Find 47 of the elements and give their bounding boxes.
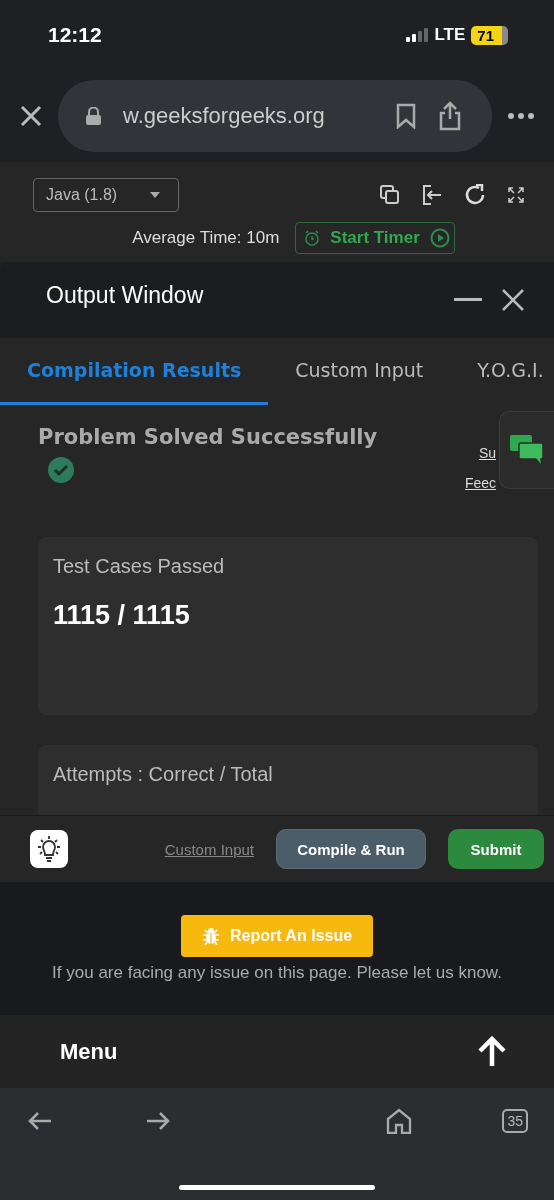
chat-button[interactable] xyxy=(499,411,554,489)
output-tab[interactable]: Custom Input xyxy=(268,338,451,405)
share-icon[interactable] xyxy=(438,101,462,131)
minimize-icon[interactable] xyxy=(454,298,482,302)
fullscreen-icon[interactable] xyxy=(508,187,524,203)
hint-button[interactable] xyxy=(30,830,68,868)
signal-icon xyxy=(406,28,429,42)
import-icon[interactable] xyxy=(422,185,442,205)
alarm-clock-icon xyxy=(304,230,321,246)
more-icon[interactable] xyxy=(508,113,534,119)
home-icon[interactable] xyxy=(386,1108,413,1134)
stat-label: Attempts : Correct / Total xyxy=(53,763,274,786)
clock: 12:12 xyxy=(48,23,102,47)
output-tab[interactable]: Y.O.G.I. xyxy=(450,338,554,405)
lock-icon xyxy=(86,107,101,125)
close-icon[interactable] xyxy=(20,105,42,127)
copy-icon[interactable] xyxy=(380,185,400,205)
bookmark-icon[interactable] xyxy=(396,103,416,129)
menu-label[interactable]: Menu xyxy=(60,1038,118,1065)
forward-icon[interactable] xyxy=(146,1112,170,1130)
link[interactable]: Su xyxy=(478,445,496,461)
custom-input-link[interactable]: Custom Input xyxy=(164,840,254,858)
stat-value: 1115 / 1115 xyxy=(53,600,191,631)
chat-icon xyxy=(510,435,544,465)
start-timer-button[interactable]: Start Timer xyxy=(295,222,455,254)
arrow-up-icon[interactable] xyxy=(476,1035,508,1068)
battery-level: 71 xyxy=(471,25,508,45)
window-title: Output Window xyxy=(46,281,204,309)
play-icon xyxy=(429,228,450,248)
back-icon[interactable] xyxy=(28,1112,52,1130)
address-bar[interactable]: w.geeksforgeeks.org xyxy=(58,80,492,152)
network-label: LTE xyxy=(434,25,466,45)
close-icon[interactable] xyxy=(502,289,524,311)
stat-label: Test Cases Passed xyxy=(53,555,226,578)
url-text: w.geeksforgeeks.org xyxy=(123,103,326,129)
check-icon xyxy=(48,457,74,483)
tab-count[interactable]: 35 xyxy=(502,1109,528,1133)
reset-icon[interactable] xyxy=(464,184,486,206)
result-heading: Problem Solved Successfully xyxy=(38,425,379,449)
average-time: Average Time: 10m xyxy=(132,228,280,248)
submit-button[interactable]: Submit xyxy=(448,829,544,869)
caret-icon xyxy=(150,192,160,198)
compile-run-button[interactable]: Compile & Run xyxy=(276,829,426,869)
report-note: If you are facing any issue on this page. Please let us know. xyxy=(52,962,502,983)
link[interactable]: Feec xyxy=(464,475,496,491)
language-dropdown[interactable]: Java (1.8) xyxy=(33,178,179,212)
bug-icon xyxy=(201,926,220,945)
